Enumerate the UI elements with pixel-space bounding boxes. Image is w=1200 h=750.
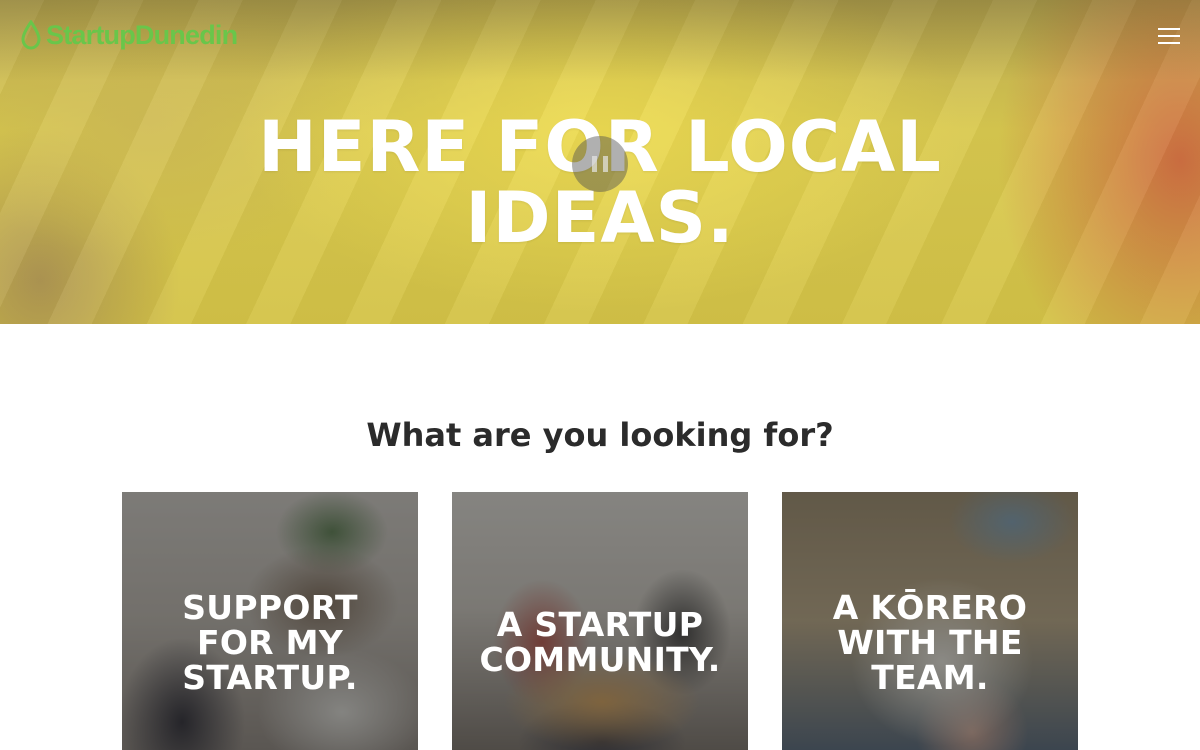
pause-icon (592, 156, 597, 172)
card-support-startup[interactable]: SUPPORT FOR MY STARTUP. (122, 492, 418, 750)
card-title-line: COMMUNITY. (479, 640, 721, 679)
card-title-line: STARTUP. (182, 658, 358, 697)
card-title-line: TEAM. (871, 658, 989, 697)
logo-text: StartupDunedin (46, 19, 238, 50)
card-title-line: SUPPORT (182, 588, 358, 627)
hamburger-menu-icon[interactable] (1156, 26, 1180, 46)
pause-icon-bar (603, 156, 608, 172)
card-title-line: FOR MY (196, 623, 344, 662)
card-title: SUPPORT FOR MY STARTUP. (122, 590, 418, 695)
drop-logo-icon (21, 20, 41, 50)
card-title: A KŌRERO WITH THE TEAM. (782, 590, 1078, 695)
card-title-line: A KŌRERO (832, 588, 1028, 627)
card-title-line: A STARTUP (496, 605, 704, 644)
card-title-line: WITH THE (837, 623, 1023, 662)
card-title: A STARTUP COMMUNITY. (452, 607, 748, 677)
logo-link[interactable]: StartupDunedin (20, 18, 238, 52)
card-startup-community[interactable]: A STARTUP COMMUNITY. (452, 492, 748, 750)
card-korero-team[interactable]: A KŌRERO WITH THE TEAM. (782, 492, 1078, 750)
video-pause-button[interactable] (572, 136, 628, 192)
hero-section: StartupDunedin HERE FOR LOCAL IDEAS. (0, 0, 1200, 324)
section-heading: What are you looking for? (366, 416, 834, 454)
